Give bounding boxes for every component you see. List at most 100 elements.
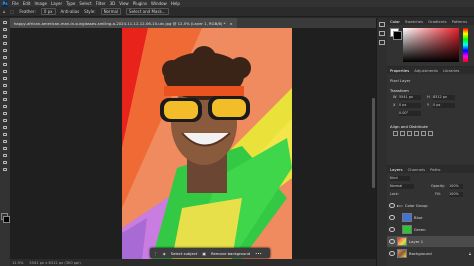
- remove-background-button[interactable]: Remove background: [211, 251, 250, 256]
- tab-patterns[interactable]: Patterns: [452, 19, 468, 24]
- align-center-icon[interactable]: [400, 131, 405, 136]
- visibility-eye-icon[interactable]: [389, 203, 395, 208]
- pen-tool-icon[interactable]: [2, 125, 8, 130]
- canvas-area[interactable]: [10, 28, 376, 259]
- visibility-eye-icon[interactable]: [389, 239, 395, 244]
- tab-adjustments[interactable]: Adjustments: [414, 68, 438, 73]
- x-label: X: [393, 103, 396, 107]
- opacity-input[interactable]: 100%: [449, 184, 463, 189]
- layer-row-green[interactable]: Green: [387, 224, 474, 235]
- height-input[interactable]: 8312 px: [433, 95, 455, 100]
- style-select[interactable]: Normal: [100, 8, 122, 15]
- home-icon[interactable]: ⌂: [3, 9, 6, 14]
- crop-tool-icon[interactable]: [2, 48, 8, 53]
- x-input[interactable]: 0 px: [399, 103, 421, 108]
- color-panel-tabs: Color Swatches Gradients Patterns: [387, 18, 474, 25]
- history-brush-tool-icon[interactable]: [2, 90, 8, 95]
- layer-row-color-group[interactable]: ▸▭ Color Group: [387, 200, 474, 211]
- layer-row-layer-1[interactable]: Layer 1: [387, 236, 474, 247]
- align-top-icon[interactable]: [414, 131, 419, 136]
- history-panel-icon[interactable]: [379, 22, 385, 27]
- antialias-checkbox[interactable]: Anti-alias: [61, 9, 80, 14]
- marquee-tool-icon[interactable]: [2, 27, 8, 32]
- eyedropper-tool-icon[interactable]: [2, 62, 8, 67]
- photoshop-logo-icon[interactable]: Ps: [2, 0, 8, 7]
- drag-handle-icon[interactable]: ⋮: [154, 251, 158, 256]
- tab-swatches[interactable]: Swatches: [405, 19, 423, 24]
- background-color-swatch[interactable]: [3, 216, 10, 223]
- layer-row-background[interactable]: Background 🔒︎: [387, 248, 474, 259]
- lock-label: Lock:: [390, 192, 399, 196]
- rectangle-tool-icon[interactable]: [2, 146, 8, 151]
- menu-type[interactable]: Type: [66, 1, 75, 6]
- document-tab[interactable]: happy-african-american-man-in-sunglasses…: [10, 18, 237, 28]
- marquee-tool-icon[interactable]: ⬚: [11, 9, 15, 14]
- layer-thumbnail: [402, 225, 412, 234]
- align-left-icon[interactable]: [393, 131, 398, 136]
- menu-layer[interactable]: Layer: [51, 1, 62, 6]
- layer-row-blue[interactable]: Blue: [387, 212, 474, 223]
- clone-stamp-tool-icon[interactable]: [2, 83, 8, 88]
- background-color-chip[interactable]: [393, 31, 402, 40]
- menu-image[interactable]: Image: [34, 1, 47, 6]
- more-tools-icon[interactable]: [2, 167, 8, 172]
- character-panel-icon[interactable]: [379, 40, 385, 45]
- hue-slider[interactable]: [463, 28, 468, 62]
- select-and-mask-button[interactable]: Select and Mask...: [126, 8, 169, 15]
- document-image[interactable]: [122, 28, 292, 259]
- gradient-tool-icon[interactable]: [2, 104, 8, 109]
- visibility-eye-icon[interactable]: [389, 215, 395, 220]
- type-tool-icon[interactable]: [2, 132, 8, 137]
- vertical-scrollbar[interactable]: [372, 98, 375, 188]
- menu-window[interactable]: Window: [151, 1, 167, 6]
- tab-paths[interactable]: Paths: [430, 167, 440, 172]
- more-options-icon[interactable]: •••: [255, 251, 262, 256]
- tab-gradients[interactable]: Gradients: [428, 19, 447, 24]
- color-picker-field[interactable]: [403, 28, 459, 62]
- path-selection-tool-icon[interactable]: [2, 139, 8, 144]
- menu-plugins[interactable]: Plugins: [133, 1, 147, 6]
- brush-settings-panel-icon[interactable]: [379, 31, 385, 36]
- menu-filter[interactable]: Filter: [96, 1, 106, 6]
- y-input[interactable]: 0 px: [433, 103, 455, 108]
- hand-tool-icon[interactable]: [2, 153, 8, 158]
- dodge-tool-icon[interactable]: [2, 118, 8, 123]
- tab-libraries[interactable]: Libraries: [443, 68, 459, 73]
- height-label: H: [427, 95, 430, 99]
- menu-help[interactable]: Help: [171, 1, 180, 6]
- layer-filter-kind[interactable]: Kind: [390, 176, 410, 181]
- visibility-eye-icon[interactable]: [389, 251, 395, 256]
- fill-input[interactable]: 100%: [449, 192, 463, 197]
- close-tab-icon[interactable]: ×: [229, 21, 232, 26]
- blur-tool-icon[interactable]: [2, 111, 8, 116]
- frame-tool-icon[interactable]: [2, 55, 8, 60]
- tab-channels[interactable]: Channels: [408, 167, 426, 172]
- zoom-tool-icon[interactable]: [2, 160, 8, 165]
- blend-mode-select[interactable]: Normal: [390, 184, 414, 189]
- zoom-level[interactable]: 12.5%: [12, 261, 23, 265]
- tab-properties[interactable]: Properties: [390, 68, 409, 73]
- lasso-tool-icon[interactable]: [2, 34, 8, 39]
- tab-color[interactable]: Color: [390, 19, 400, 24]
- brush-tool-icon[interactable]: [2, 76, 8, 81]
- quick-select-tool-icon[interactable]: [2, 41, 8, 46]
- menu-3d[interactable]: 3D: [110, 1, 116, 6]
- align-distribute-header[interactable]: Align and Distribute: [390, 124, 428, 129]
- menu-file[interactable]: File: [12, 1, 19, 6]
- width-input[interactable]: 5541 px: [399, 95, 421, 100]
- visibility-eye-icon[interactable]: [389, 227, 395, 232]
- tab-layers[interactable]: Layers: [390, 167, 403, 172]
- menu-view[interactable]: View: [119, 1, 129, 6]
- healing-brush-tool-icon[interactable]: [2, 69, 8, 74]
- align-right-icon[interactable]: [407, 131, 412, 136]
- transform-section-header[interactable]: Transform: [390, 88, 409, 93]
- menu-select[interactable]: Select: [79, 1, 91, 6]
- move-tool-icon[interactable]: [2, 20, 8, 25]
- angle-input[interactable]: 0.00°: [399, 111, 421, 116]
- align-bottom-icon[interactable]: [428, 131, 433, 136]
- align-middle-icon[interactable]: [421, 131, 426, 136]
- menu-edit[interactable]: Edit: [23, 1, 31, 6]
- select-subject-button[interactable]: Select subject: [171, 251, 198, 256]
- feather-input[interactable]: 0 px: [40, 8, 56, 15]
- eraser-tool-icon[interactable]: [2, 97, 8, 102]
